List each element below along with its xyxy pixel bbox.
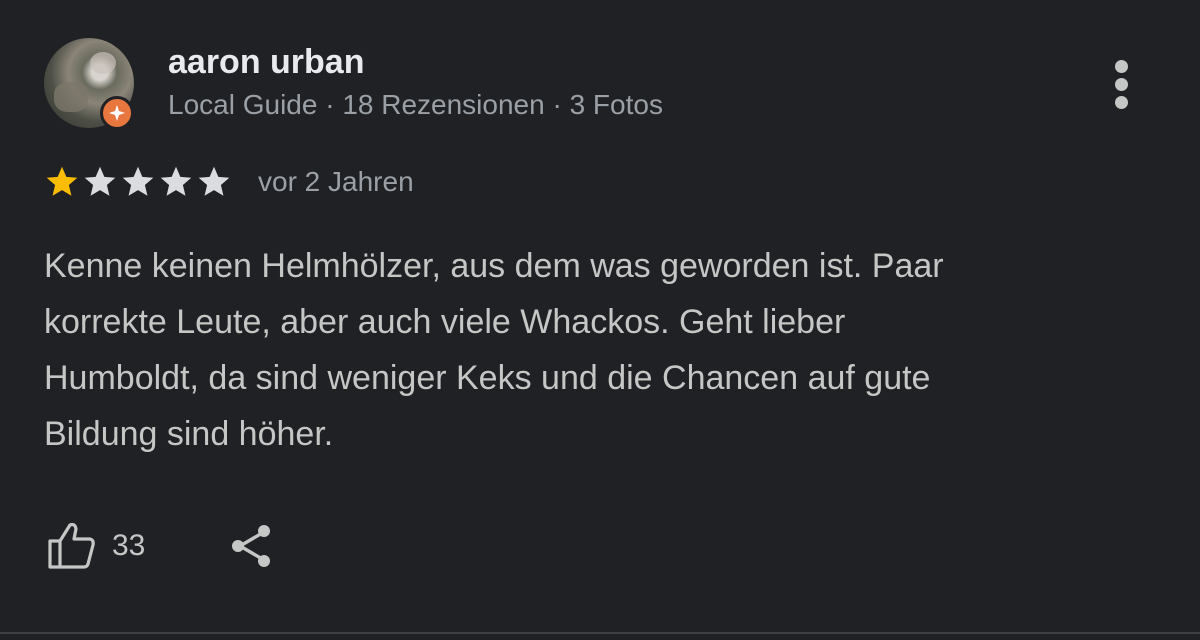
review-card: aaron urban Local Guide · 18 Rezensionen…: [0, 0, 1200, 640]
review-text-line: Bildung sind höher.: [44, 415, 334, 453]
review-text-line: korrekte Leute, aber auch viele Whackos.…: [44, 303, 846, 341]
share-icon: [232, 525, 270, 567]
avatar-photo-detail: [54, 82, 88, 112]
divider: [0, 632, 1200, 634]
more-vert-icon-dot: [1115, 60, 1128, 73]
avatar-photo-highlight: [90, 52, 116, 74]
star-empty-icon: [84, 166, 116, 196]
star-empty-icon: [122, 166, 154, 196]
review-text-line: Humboldt, da sind weniger Keks und die C…: [44, 359, 931, 397]
star-empty-icon: [198, 166, 230, 196]
local-guide-badge-icon: [100, 96, 134, 130]
more-options-button[interactable]: [1100, 54, 1144, 114]
review-text-line: Kenne keinen Helmhölzer, aus dem was gew…: [44, 247, 944, 285]
author-meta: Local Guide · 18 Rezensionen · 3 Fotos: [168, 89, 663, 120]
like-count: 33: [112, 529, 146, 562]
star-empty-icon: [160, 166, 192, 196]
author-name[interactable]: aaron urban: [168, 40, 364, 84]
star-filled-icon: [46, 166, 78, 196]
thumbs-up-icon: [48, 522, 95, 569]
like-button[interactable]: [44, 518, 98, 574]
share-button[interactable]: [226, 520, 278, 572]
star-rating: [44, 162, 234, 202]
review-text: Kenne keinen Helmhölzer, aus dem was gew…: [44, 238, 1144, 462]
review-time: vor 2 Jahren: [258, 166, 414, 197]
more-vert-icon-dot: [1115, 96, 1128, 109]
more-vert-icon-dot: [1115, 78, 1128, 91]
